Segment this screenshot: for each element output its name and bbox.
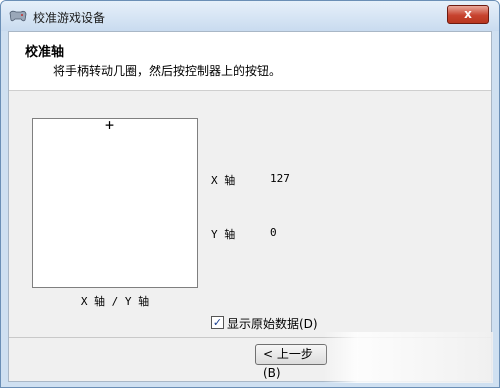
gamepad-icon [9,10,27,22]
title-bar[interactable]: 校准游戏设备 x [1,1,499,31]
dialog-content: 校准轴 将手柄转动几圈，然后按控制器上的按钮。 + X 轴 / Y 轴 X 轴 … [8,31,493,383]
y-axis-value: 0 [270,226,277,239]
calibrate-window: 校准游戏设备 x 校准轴 将手柄转动几圈，然后按控制器上的按钮。 + X 轴 /… [0,0,500,388]
axis-crosshair-icon: + [105,116,115,134]
dialog-header: 校准轴 将手柄转动几圈，然后按控制器上的按钮。 [9,32,491,91]
page-title: 校准轴 [25,45,65,60]
back-button[interactable]: < 上一步(B) [255,344,327,380]
show-raw-data-checkbox[interactable]: ✓ [211,316,224,329]
xy-axis-display: + [32,118,198,288]
x-axis-value: 127 [270,172,290,185]
page-instructions: 将手柄转动几圈，然后按控制器上的按钮。 [53,64,282,78]
xy-axis-caption: X 轴 / Y 轴 [80,295,150,308]
show-raw-data-label[interactable]: 显示原始数据(D) [227,315,318,332]
x-axis-label: X 轴 [211,174,236,187]
close-button[interactable]: x [447,5,489,24]
y-axis-label: Y 轴 [211,228,236,241]
window-title: 校准游戏设备 [33,11,106,25]
watermark-blur [323,332,493,383]
